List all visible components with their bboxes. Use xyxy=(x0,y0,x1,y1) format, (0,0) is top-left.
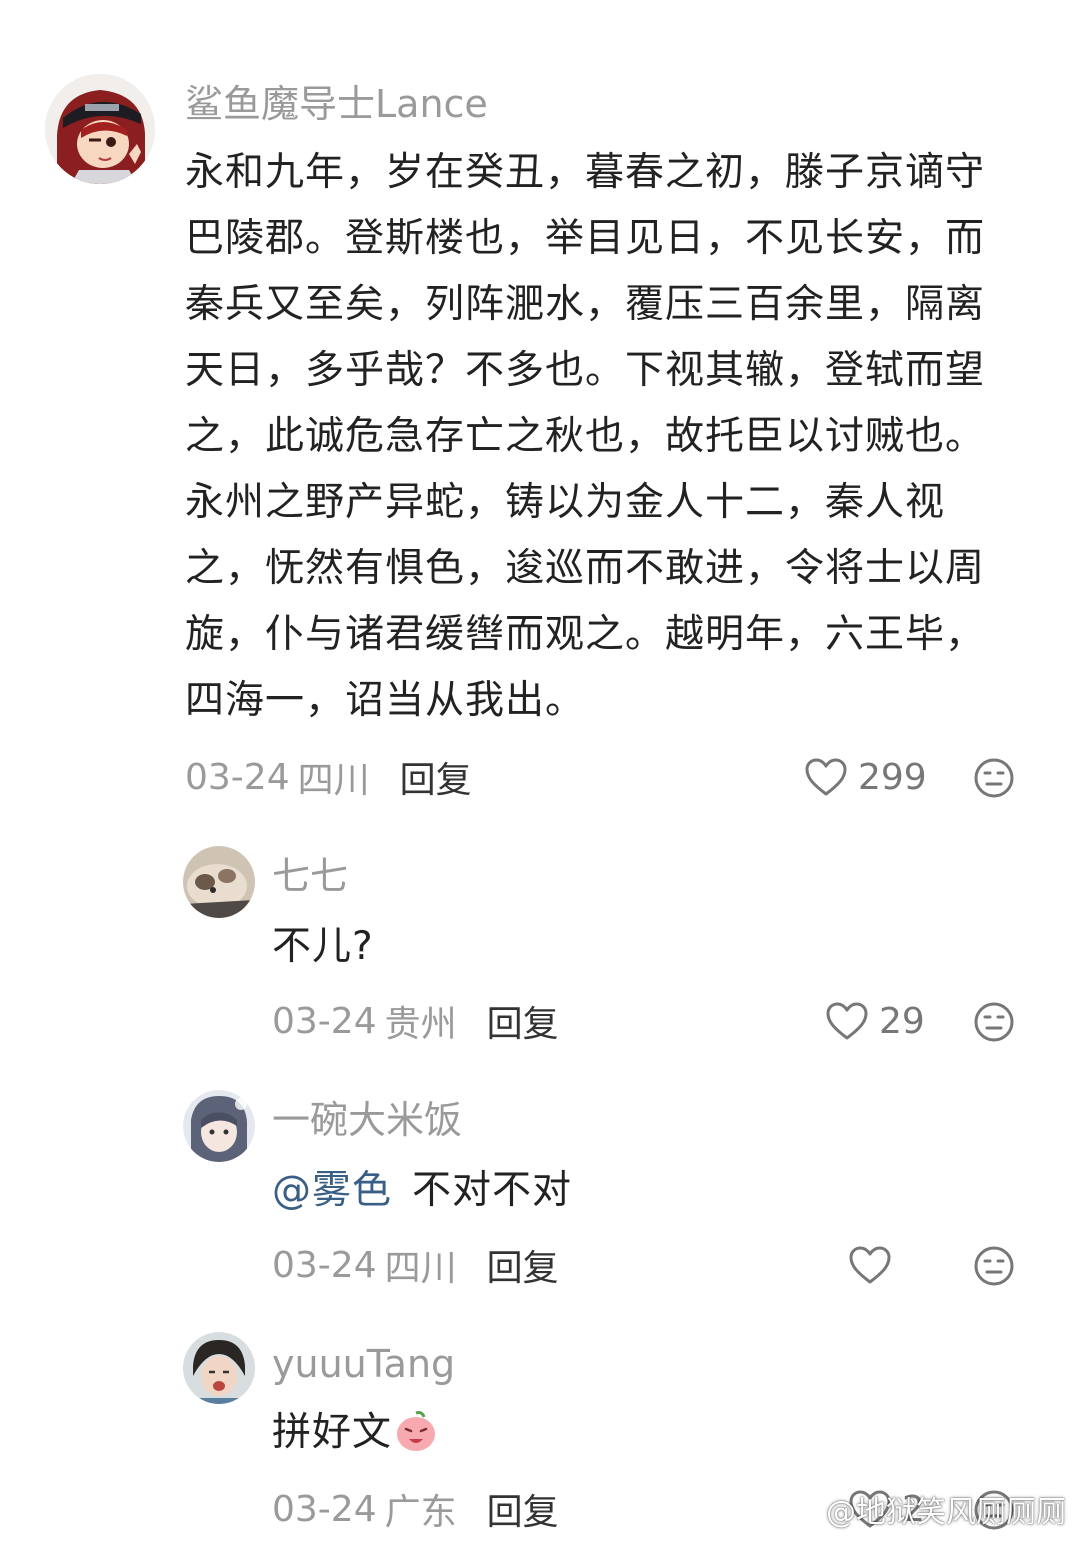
comment-date: 03-24 xyxy=(272,1000,377,1042)
like-count: 299 xyxy=(858,756,927,798)
mention-link[interactable]: @雾色 xyxy=(272,1168,392,1213)
reply-button[interactable]: 回复 xyxy=(487,995,559,1047)
comment-text-line: 之，怃然有惧色，逡巡而不敢进，令将士以周 xyxy=(185,546,986,591)
comment-text-line: 拼好文 xyxy=(272,1400,438,1466)
comment-text-line: 旋，仆与诸君缓辔而观之。越明年，六王毕， xyxy=(185,612,986,657)
comment-text-line: 永州之野产异蛇，铸以为金人十二，秦人视 xyxy=(185,480,946,525)
heart-outline-icon xyxy=(804,757,848,797)
meh-face-icon[interactable] xyxy=(973,757,1015,799)
username[interactable]: 七七 xyxy=(272,854,348,898)
like-count: 29 xyxy=(879,1000,925,1042)
username[interactable]: yuuuTang xyxy=(272,1342,455,1386)
avatar[interactable] xyxy=(183,1090,255,1162)
pink-peach-sticker-icon xyxy=(394,1408,438,1452)
comment-meta: 03-24 四川 回复 xyxy=(272,1240,559,1290)
like-button[interactable]: 29 xyxy=(825,996,925,1046)
comment-meta: 03-24 贵州 回复 xyxy=(272,996,559,1046)
comment-text-line: 不儿? xyxy=(272,924,374,969)
comment-location: 广东 xyxy=(384,1492,457,1533)
comment-text-line: 四海一，诏当从我出。 xyxy=(185,678,586,723)
watermark: @地狱笑风厕厕厕 xyxy=(780,1487,1066,1531)
comment-text-line: 永和九年，岁在癸丑，暮春之初，滕子京谪守 xyxy=(185,150,986,195)
username[interactable]: 一碗大米饭 xyxy=(272,1098,462,1142)
comment-meta: 03-24 四川 回复 xyxy=(185,752,472,802)
comment-location: 贵州 xyxy=(384,1004,457,1045)
avatar[interactable] xyxy=(183,846,255,918)
reply-button[interactable]: 回复 xyxy=(487,1483,559,1535)
comment-text-line: @雾色 不对不对 xyxy=(272,1158,572,1224)
comment-item: 鲨鱼魔导士Lance 永和九年，岁在癸丑，暮春之初，滕子京谪守 巴陵郡。登斯楼也… xyxy=(0,0,1080,820)
avatar[interactable] xyxy=(183,1332,255,1404)
comment-location: 四川 xyxy=(297,760,370,801)
comment-text-line: 天日，多乎哉？不多也。下视其辙，登轼而望 xyxy=(185,348,986,393)
comment-date: 03-24 xyxy=(272,1244,377,1286)
reply-button[interactable]: 回复 xyxy=(400,751,472,803)
like-button[interactable]: 299 xyxy=(804,752,927,802)
comment-text-line: 巴陵郡。登斯楼也，举目见日，不见长安，而 xyxy=(185,216,986,261)
comment-text: 拼好文 xyxy=(272,1400,438,1466)
comment-text-line: 秦兵又至矣，列阵淝水，覆压三百余里，隔离 xyxy=(185,282,986,327)
weibo-logo-icon xyxy=(780,1489,826,1529)
comment-text: 永和九年，岁在癸丑，暮春之初，滕子京谪守 巴陵郡。登斯楼也，举目见日，不见长安，… xyxy=(185,140,985,734)
watermark-text: @地狱笑风厕厕厕 xyxy=(826,1495,1066,1530)
comment-text-line: 之，此诚危急存亡之秋也，故托臣以讨贼也。 xyxy=(185,414,986,459)
comment-date: 03-24 xyxy=(272,1488,377,1530)
reply-item: 七七 不儿? 03-24 贵州 回复 29 xyxy=(0,820,1080,1080)
heart-outline-icon xyxy=(848,1245,892,1285)
like-button[interactable] xyxy=(848,1240,902,1290)
avatar[interactable] xyxy=(45,74,155,184)
username[interactable]: 鲨鱼魔导士Lance xyxy=(185,82,488,126)
comment-text-body: 拼好文 xyxy=(272,1410,393,1455)
comment-text: 不儿? xyxy=(272,914,374,980)
meh-face-icon[interactable] xyxy=(973,1001,1015,1043)
comment-meta: 03-24 广东 回复 xyxy=(272,1484,559,1534)
meh-face-icon[interactable] xyxy=(973,1245,1015,1287)
comment-location: 四川 xyxy=(384,1248,457,1289)
heart-outline-icon xyxy=(825,1001,869,1041)
comment-text: @雾色 不对不对 xyxy=(272,1158,572,1224)
comment-text-body: 不对不对 xyxy=(412,1168,573,1213)
comment-date: 03-24 xyxy=(185,756,290,798)
reply-button[interactable]: 回复 xyxy=(487,1239,559,1291)
reply-item: 一碗大米饭 @雾色 不对不对 03-24 四川 回复 xyxy=(0,1080,1080,1320)
